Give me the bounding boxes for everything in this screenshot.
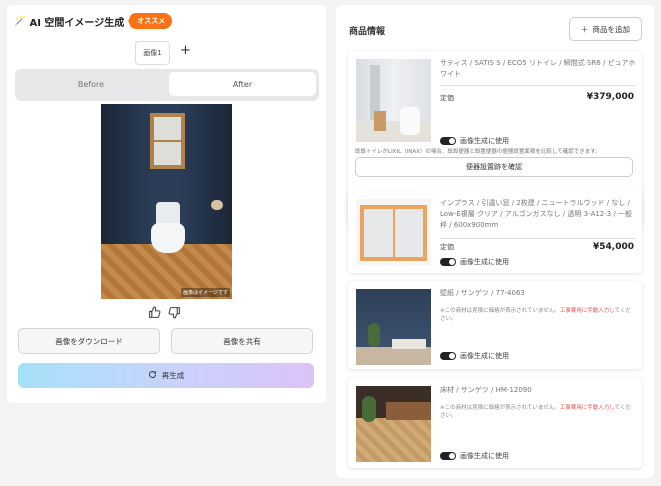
plant — [368, 323, 380, 347]
product-thumbnail — [356, 199, 431, 265]
toggle-switch[interactable] — [440, 352, 456, 360]
price: ¥379,000 — [586, 92, 634, 102]
add-product-label: 商品を追加 — [592, 24, 631, 34]
window-pane-top — [154, 117, 181, 140]
note-emphasis: 工事費用に手動入力して — [559, 308, 620, 314]
toggle-label: 画像生成に使用 — [460, 452, 509, 460]
use-for-generation-toggle[interactable]: 画像生成に使用 — [440, 351, 509, 361]
divider — [440, 238, 636, 239]
use-for-generation-toggle[interactable]: 画像生成に使用 — [440, 136, 509, 146]
product-info-panel: 商品情報 ＋ 商品を追加 サティス / SATIS S / ECO5 リトイレ … — [336, 5, 654, 478]
product-card-wallpaper: 壁紙 / サンゲツ / 77-4063 ※この商材は見積に価格が表示されていませ… — [348, 281, 642, 369]
toilet-bowl — [151, 223, 185, 253]
toilet — [400, 107, 420, 135]
thumbs-down-icon[interactable] — [168, 306, 181, 322]
refresh-icon — [148, 370, 157, 381]
before-after-toggle: Before After — [15, 69, 319, 101]
toggle-label: 画像生成に使用 — [460, 352, 509, 360]
product-thumbnail — [356, 59, 431, 142]
product-name: サティス / SATIS S / ECO5 リトイレ / 瞬間式 SR6 / ピ… — [440, 59, 636, 78]
use-for-generation-toggle[interactable]: 画像生成に使用 — [440, 451, 509, 461]
sofa — [392, 339, 426, 349]
price-warning-note: ※この商材は見積に価格が表示されていません。工事費用に手動入力してください。 — [440, 307, 636, 323]
thumbs-up-icon[interactable] — [148, 306, 161, 322]
panel-title: AI 空間イメージ生成 — [29, 17, 125, 29]
price: ¥54,000 — [593, 242, 634, 252]
plus-icon: ＋ — [581, 24, 589, 34]
download-image-button[interactable]: 画像をダウンロード — [18, 328, 160, 354]
panel-title: 商品情報 — [349, 27, 386, 37]
window-pane-right — [395, 209, 423, 257]
toggle-switch[interactable] — [440, 452, 456, 460]
price-warning-note: ※この商材は見積に価格が表示されていません。工事費用に手動入力してください。 — [440, 404, 636, 420]
window — [150, 113, 185, 169]
regenerate-button[interactable]: 再生成 — [18, 363, 314, 388]
paper-holder — [211, 200, 223, 210]
magic-wand-icon: 🪄 — [14, 15, 27, 27]
toggle-switch[interactable] — [440, 258, 456, 266]
cabinet — [386, 402, 431, 420]
product-name: 壁紙 / サンゲツ / 77-4063 — [440, 289, 525, 297]
product-card-flooring: 床材 / サンゲツ / HM-12090 ※この商材は見積に価格が表示されていま… — [348, 378, 642, 468]
toggle-label: 画像生成に使用 — [460, 137, 509, 145]
image-caption: 画像はイメージです — [181, 288, 230, 297]
price-label: 定価 — [440, 94, 454, 102]
use-for-generation-toggle[interactable]: 画像生成に使用 — [440, 257, 509, 267]
note-text: ※この商材は見積に価格が表示されていません。 — [440, 405, 560, 411]
note-emphasis: 工事費用に手動入力して — [559, 405, 620, 411]
toggle-switch[interactable] — [440, 137, 456, 145]
divider — [440, 85, 636, 86]
add-image-tab-button[interactable]: + — [180, 43, 191, 58]
plant — [362, 396, 376, 422]
share-image-button[interactable]: 画像を共有 — [171, 328, 313, 354]
note-text: ※この商材は見積に価格が表示されていません。 — [440, 308, 560, 314]
product-card-window: インプラス / 引違い窓 / 2枚建 / ニュートラルウッド / なし / Lo… — [348, 191, 642, 273]
image-tab-1[interactable]: 画像1 — [135, 41, 170, 65]
before-tab[interactable]: Before — [15, 72, 167, 96]
cabinet — [374, 111, 386, 131]
toggle-label: 画像生成に使用 — [460, 258, 509, 266]
price-label: 定価 — [440, 243, 454, 251]
regenerate-label: 再生成 — [161, 371, 185, 380]
window-pane-left — [364, 209, 393, 257]
replacement-note: 既設トイレがLIXIL（INAX）の場合、既設便器と設置便器の便器設置面積を比較… — [355, 149, 601, 155]
after-tab[interactable]: After — [169, 72, 316, 96]
product-thumbnail — [356, 289, 431, 365]
generated-image: 画像はイメージです — [101, 104, 232, 299]
recommended-badge: オススメ — [128, 13, 173, 29]
add-product-button[interactable]: ＋ 商品を追加 — [569, 17, 642, 41]
panel-header: 🪄 AI 空間イメージ生成 オススメ — [14, 13, 173, 29]
check-installation-button[interactable]: 便器設置跡を確認 — [355, 157, 633, 177]
ai-image-panel: 🪄 AI 空間イメージ生成 オススメ 画像1 + Before After 画像… — [7, 5, 326, 403]
product-thumbnail — [356, 386, 431, 462]
window-pane-bottom — [154, 142, 181, 165]
product-name: インプラス / 引違い窓 / 2枚建 / ニュートラルウッド / なし / Lo… — [440, 199, 633, 229]
feedback-buttons — [148, 306, 181, 322]
floor — [356, 347, 431, 365]
product-name: 床材 / サンゲツ / HM-12090 — [440, 386, 532, 394]
